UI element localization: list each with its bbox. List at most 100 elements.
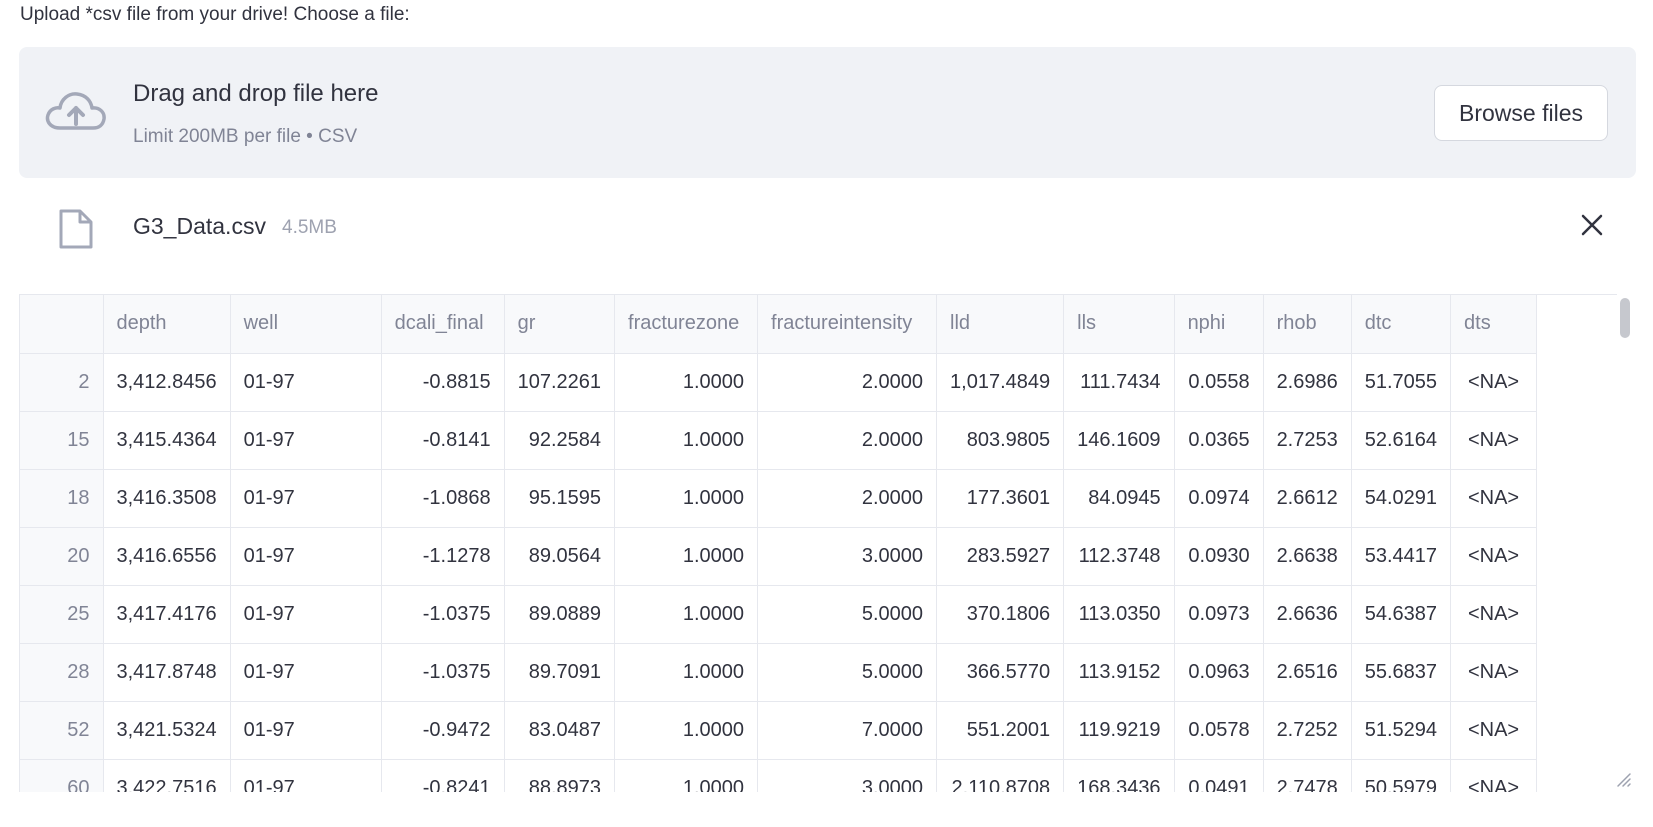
table-cell[interactable]: 5.0000 bbox=[757, 643, 938, 702]
column-header-well[interactable]: well bbox=[230, 295, 382, 354]
table-cell[interactable]: 01-97 bbox=[230, 353, 382, 412]
table-cell[interactable]: -1.1278 bbox=[381, 527, 505, 586]
table-cell[interactable]: 1.0000 bbox=[614, 353, 759, 412]
table-cell[interactable]: 146.1609 bbox=[1063, 411, 1175, 470]
table-cell[interactable]: 51.5294 bbox=[1351, 701, 1452, 760]
column-header-dts[interactable]: dts bbox=[1450, 295, 1538, 354]
table-cell[interactable]: 0.0974 bbox=[1174, 469, 1264, 528]
table-cell[interactable]: 2.6516 bbox=[1263, 643, 1352, 702]
table-cell[interactable]: 119.9219 bbox=[1063, 701, 1175, 760]
row-index-cell[interactable]: 18 bbox=[20, 469, 104, 528]
table-cell[interactable]: 0.0930 bbox=[1174, 527, 1264, 586]
table-cell[interactable]: 50.5979 bbox=[1351, 759, 1452, 792]
table-cell[interactable]: 0.0558 bbox=[1174, 353, 1264, 412]
browse-files-button[interactable]: Browse files bbox=[1434, 85, 1608, 141]
row-index-cell[interactable]: 28 bbox=[20, 643, 104, 702]
table-cell[interactable]: <NA> bbox=[1450, 527, 1538, 586]
table-cell[interactable]: 168.3436 bbox=[1063, 759, 1175, 792]
table-cell[interactable]: 01-97 bbox=[230, 759, 382, 792]
table-cell[interactable]: 2,110.8708 bbox=[936, 759, 1065, 792]
row-index-cell[interactable]: 20 bbox=[20, 527, 104, 586]
table-cell[interactable]: 01-97 bbox=[230, 643, 382, 702]
table-cell[interactable]: -0.8141 bbox=[381, 411, 505, 470]
table-cell[interactable]: 2.7478 bbox=[1263, 759, 1352, 792]
column-header-depth[interactable]: depth bbox=[103, 295, 231, 354]
table-cell[interactable]: 2.7252 bbox=[1263, 701, 1352, 760]
close-icon[interactable] bbox=[1579, 212, 1605, 238]
table-cell[interactable]: 3,416.3508 bbox=[103, 469, 231, 528]
table-cell[interactable]: 803.9805 bbox=[936, 411, 1065, 470]
table-cell[interactable]: 0.0365 bbox=[1174, 411, 1264, 470]
table-cell[interactable]: 95.1595 bbox=[504, 469, 616, 528]
table-cell[interactable]: 3,417.8748 bbox=[103, 643, 231, 702]
row-index-cell[interactable]: 60 bbox=[20, 759, 104, 792]
table-cell[interactable]: 2.7253 bbox=[1263, 411, 1352, 470]
table-cell[interactable]: 3,415.4364 bbox=[103, 411, 231, 470]
table-cell[interactable]: 177.3601 bbox=[936, 469, 1065, 528]
row-index-cell[interactable]: 25 bbox=[20, 585, 104, 644]
table-cell[interactable]: 2.6638 bbox=[1263, 527, 1352, 586]
table-cell[interactable]: 3,422.7516 bbox=[103, 759, 231, 792]
column-header-nphi[interactable]: nphi bbox=[1174, 295, 1264, 354]
row-index-cell[interactable]: 2 bbox=[20, 353, 104, 412]
table-cell[interactable]: <NA> bbox=[1450, 701, 1538, 760]
table-cell[interactable]: 2.6636 bbox=[1263, 585, 1352, 644]
table-cell[interactable]: 2.0000 bbox=[757, 469, 938, 528]
table-cell[interactable]: -1.0375 bbox=[381, 643, 505, 702]
table-cell[interactable]: 01-97 bbox=[230, 585, 382, 644]
table-cell[interactable]: 7.0000 bbox=[757, 701, 938, 760]
table-cell[interactable]: 112.3748 bbox=[1063, 527, 1175, 586]
table-cell[interactable]: 92.2584 bbox=[504, 411, 616, 470]
table-cell[interactable]: <NA> bbox=[1450, 353, 1538, 412]
table-cell[interactable]: 5.0000 bbox=[757, 585, 938, 644]
resize-handle-icon[interactable] bbox=[1612, 768, 1632, 788]
table-scrollbar[interactable] bbox=[1617, 294, 1636, 792]
table-cell[interactable]: 01-97 bbox=[230, 469, 382, 528]
table-cell[interactable]: 0.0973 bbox=[1174, 585, 1264, 644]
column-header-fracturezone[interactable]: fracturezone bbox=[614, 295, 759, 354]
table-cell[interactable]: <NA> bbox=[1450, 411, 1538, 470]
table-cell[interactable]: 111.7434 bbox=[1063, 353, 1175, 412]
table-cell[interactable]: 3,421.5324 bbox=[103, 701, 231, 760]
table-cell[interactable]: <NA> bbox=[1450, 759, 1538, 792]
column-header-gr[interactable]: gr bbox=[504, 295, 616, 354]
column-header-fractureintensity[interactable]: fractureintensity bbox=[757, 295, 938, 354]
table-cell[interactable]: 89.0889 bbox=[504, 585, 616, 644]
row-index-cell[interactable]: 15 bbox=[20, 411, 104, 470]
file-dropzone[interactable] bbox=[19, 47, 1636, 178]
table-cell[interactable]: 3,412.8456 bbox=[103, 353, 231, 412]
table-cell[interactable]: 54.0291 bbox=[1351, 469, 1452, 528]
table-cell[interactable]: -0.8241 bbox=[381, 759, 505, 792]
table-cell[interactable]: 1.0000 bbox=[614, 643, 759, 702]
table-cell[interactable]: <NA> bbox=[1450, 585, 1538, 644]
table-cell[interactable]: 370.1806 bbox=[936, 585, 1065, 644]
table-cell[interactable]: 283.5927 bbox=[936, 527, 1065, 586]
table-cell[interactable]: 83.0487 bbox=[504, 701, 616, 760]
table-cell[interactable]: 1.0000 bbox=[614, 701, 759, 760]
table-cell[interactable]: 88.8973 bbox=[504, 759, 616, 792]
table-cell[interactable]: <NA> bbox=[1450, 643, 1538, 702]
table-cell[interactable]: 3.0000 bbox=[757, 527, 938, 586]
table-cell[interactable]: 1,017.4849 bbox=[936, 353, 1065, 412]
table-cell[interactable]: 1.0000 bbox=[614, 585, 759, 644]
table-cell[interactable]: 1.0000 bbox=[614, 469, 759, 528]
table-cell[interactable]: 1.0000 bbox=[614, 411, 759, 470]
table-cell[interactable]: 0.0963 bbox=[1174, 643, 1264, 702]
table-cell[interactable]: 3.0000 bbox=[757, 759, 938, 792]
dataframe-table[interactable]: depth well dcali_final gr fracturezone fractu… bbox=[19, 294, 1636, 792]
column-header-lld[interactable]: lld bbox=[936, 295, 1065, 354]
table-cell[interactable]: 3,417.4176 bbox=[103, 585, 231, 644]
table-cell[interactable]: 113.0350 bbox=[1063, 585, 1175, 644]
table-cell[interactable]: 84.0945 bbox=[1063, 469, 1175, 528]
column-header-dtc[interactable]: dtc bbox=[1351, 295, 1452, 354]
table-cell[interactable]: -1.0868 bbox=[381, 469, 505, 528]
table-cell[interactable]: 2.0000 bbox=[757, 353, 938, 412]
table-cell[interactable]: -0.9472 bbox=[381, 701, 505, 760]
table-cell[interactable]: 01-97 bbox=[230, 411, 382, 470]
table-cell[interactable]: -1.0375 bbox=[381, 585, 505, 644]
table-cell[interactable]: 53.4417 bbox=[1351, 527, 1452, 586]
index-header[interactable] bbox=[20, 295, 104, 354]
table-cell[interactable]: 1.0000 bbox=[614, 527, 759, 586]
table-cell[interactable]: -0.8815 bbox=[381, 353, 505, 412]
table-cell[interactable]: 2.6612 bbox=[1263, 469, 1352, 528]
